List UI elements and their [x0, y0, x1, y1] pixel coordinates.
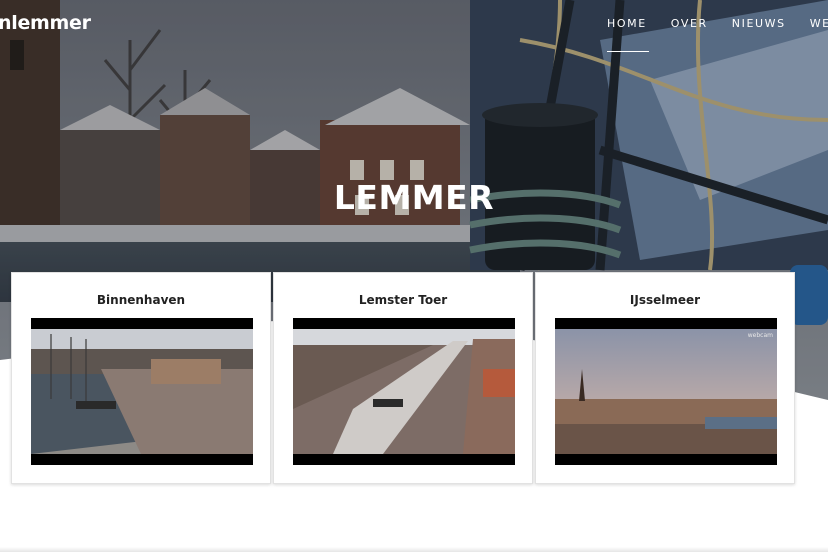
webcam-watermark: webcam [748, 332, 773, 339]
page-title: LEMMER [333, 178, 495, 218]
webcam-thumbnail[interactable] [293, 318, 515, 465]
webcam-image [31, 329, 253, 454]
webcam-title: Binnenhaven [96, 293, 186, 307]
main-nav: HOME OVER NIEUWS WEBC [607, 17, 828, 52]
webcam-cards: Binnenhaven Lemster Toer IJsselmeer webc… [11, 272, 797, 484]
webcam-card-lemster-toer[interactable]: Lemster Toer [273, 272, 533, 484]
webcam-title: Lemster Toer [358, 293, 448, 307]
webcam-thumbnail[interactable] [31, 318, 253, 465]
webcam-card-binnenhaven[interactable]: Binnenhaven [11, 272, 271, 484]
nav-item-over[interactable]: OVER [671, 17, 708, 30]
nav-item-home[interactable]: HOME [607, 17, 649, 52]
webcam-image: webcam [555, 329, 777, 454]
footer-edge [0, 547, 828, 552]
webcam-thumbnail[interactable]: webcam [555, 318, 777, 465]
webcam-card-ijsselmeer[interactable]: IJsselmeer webcam [535, 272, 795, 484]
webcam-image [293, 329, 515, 454]
webcam-title: IJsselmeer [629, 293, 701, 307]
site-logo[interactable]: nlemmer [0, 12, 91, 34]
nav-item-nieuws[interactable]: NIEUWS [732, 17, 786, 30]
nav-item-webcams[interactable]: WEBC [810, 17, 828, 30]
